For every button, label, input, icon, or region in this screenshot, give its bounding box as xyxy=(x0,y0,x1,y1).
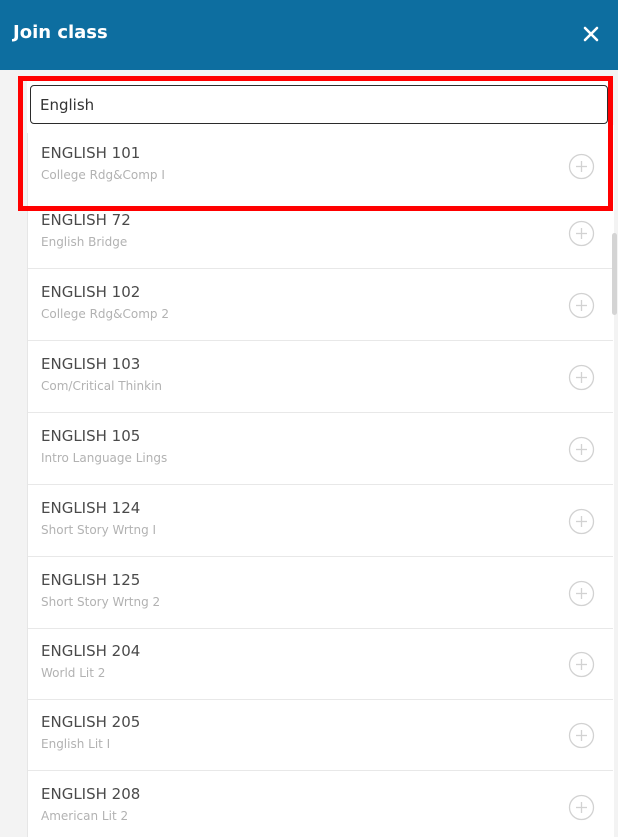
join-class-dialog: Join class ENGLISH 101 College Rdg&Comp … xyxy=(0,0,618,837)
class-name: Short Story Wrtng I xyxy=(41,523,157,537)
class-name: College Rdg&Comp I xyxy=(41,168,165,182)
class-name: Com/Critical Thinkin xyxy=(41,379,163,393)
dialog-title: Join class xyxy=(13,22,108,43)
add-circle-icon[interactable] xyxy=(568,292,595,319)
class-name: English Bridge xyxy=(41,235,128,249)
close-icon[interactable] xyxy=(580,23,602,45)
list-item[interactable]: ENGLISH 103 Com/Critical Thinkin xyxy=(28,342,613,413)
list-item[interactable]: ENGLISH 101 College Rdg&Comp I xyxy=(28,131,613,202)
add-circle-icon[interactable] xyxy=(568,651,595,678)
search-input[interactable] xyxy=(30,85,608,124)
class-code: ENGLISH 205 xyxy=(41,713,141,731)
class-code: ENGLISH 208 xyxy=(41,785,141,803)
list-item[interactable]: ENGLISH 105 Intro Language Lings xyxy=(28,414,613,485)
class-code: ENGLISH 105 xyxy=(41,427,141,445)
class-code: ENGLISH 72 xyxy=(41,211,131,229)
add-circle-icon[interactable] xyxy=(568,580,595,607)
list-item[interactable]: ENGLISH 72 English Bridge xyxy=(28,198,613,269)
list-item[interactable]: ENGLISH 124 Short Story Wrtng I xyxy=(28,486,613,557)
add-circle-icon[interactable] xyxy=(568,364,595,391)
add-circle-icon[interactable] xyxy=(568,794,595,821)
class-name: American Lit 2 xyxy=(41,809,129,823)
list-item[interactable]: ENGLISH 204 World Lit 2 xyxy=(28,629,613,700)
list-item[interactable]: ENGLISH 125 Short Story Wrtng 2 xyxy=(28,558,613,629)
add-circle-icon[interactable] xyxy=(568,436,595,463)
add-circle-icon[interactable] xyxy=(568,220,595,247)
list-item[interactable]: ENGLISH 205 English Lit I xyxy=(28,700,613,771)
class-code: ENGLISH 204 xyxy=(41,642,141,660)
class-name: Intro Language Lings xyxy=(41,451,168,465)
class-name: College Rdg&Comp 2 xyxy=(41,307,169,321)
class-name: Short Story Wrtng 2 xyxy=(41,595,161,609)
class-code: ENGLISH 102 xyxy=(41,283,141,301)
add-circle-icon[interactable] xyxy=(568,153,595,180)
class-code: ENGLISH 124 xyxy=(41,499,141,517)
class-name: World Lit 2 xyxy=(41,666,106,680)
dialog-header: Join class xyxy=(0,0,618,70)
add-circle-icon[interactable] xyxy=(568,508,595,535)
list-item[interactable]: ENGLISH 208 American Lit 2 xyxy=(28,772,613,837)
add-circle-icon[interactable] xyxy=(568,722,595,749)
class-code: ENGLISH 103 xyxy=(41,355,141,373)
scrollbar-thumb[interactable] xyxy=(612,233,617,315)
class-code: ENGLISH 125 xyxy=(41,571,141,589)
list-item[interactable]: ENGLISH 102 College Rdg&Comp 2 xyxy=(28,270,613,341)
class-name: English Lit I xyxy=(41,737,111,751)
class-code: ENGLISH 101 xyxy=(41,144,141,162)
